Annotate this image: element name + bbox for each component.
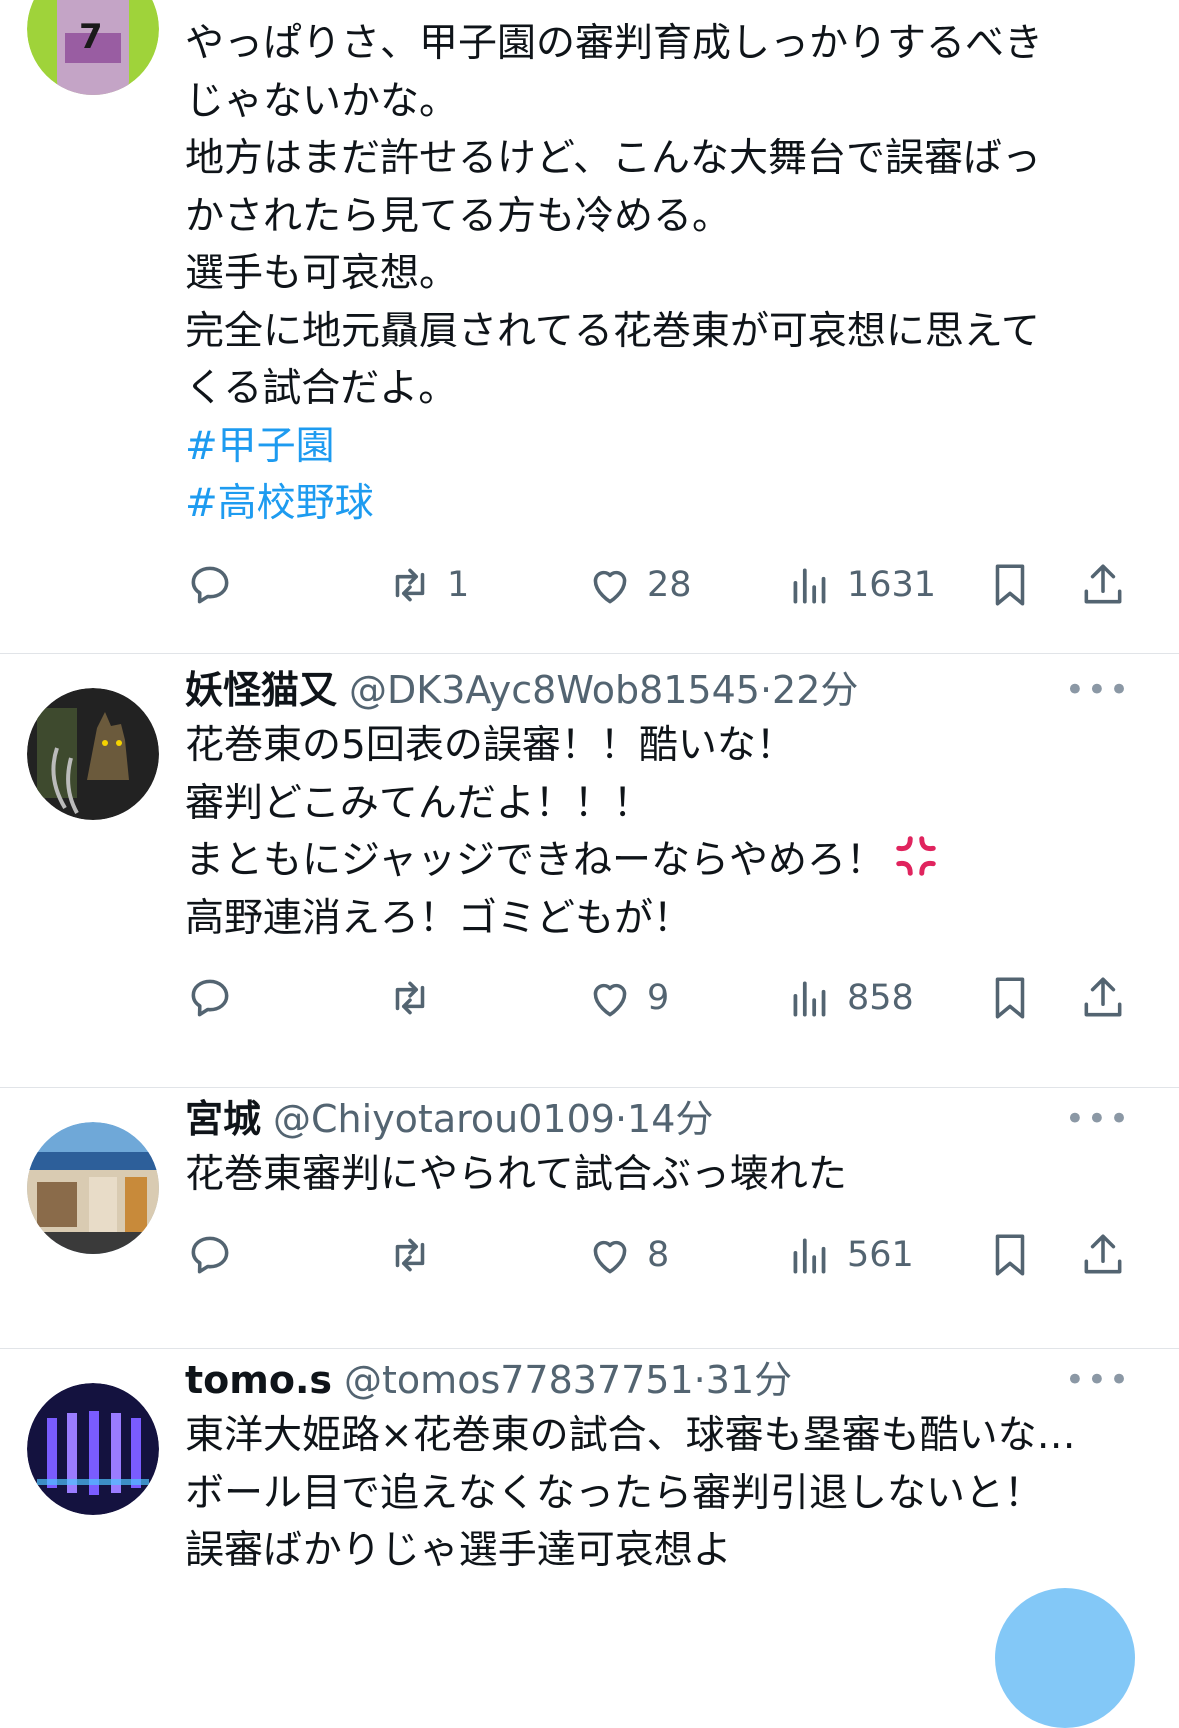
- like-count: 8: [647, 1235, 670, 1275]
- tweet[interactable]: 妖怪猫又 @DK3Ayc8Wob81545·22分 ••• 花巻東の5回表の誤審！…: [0, 653, 1179, 1088]
- tweet-text-line: 地方はまだ許せるけど、こんな大舞台で誤審ばっ: [185, 136, 1042, 181]
- share-button[interactable]: [1078, 968, 1128, 1028]
- views-button[interactable]: 858: [785, 968, 914, 1028]
- tweet-actions: 1 28 1631: [0, 555, 1179, 615]
- tweet-text-line: 花巻東審判にやられて試合ぶっ壊れた: [185, 1152, 847, 1197]
- avatar-image: [27, 688, 159, 820]
- tweet-header: tomo.s @tomos77837751·31分: [185, 1353, 1139, 1407]
- avatar-image: [27, 1383, 159, 1515]
- reply-icon: [191, 1236, 229, 1274]
- more-options-button[interactable]: •••: [1065, 1353, 1131, 1407]
- bar-chart-icon: [793, 568, 826, 604]
- tweet-text-line: やっぱりさ、甲子園の審判育成しっかりするべき: [185, 21, 1044, 66]
- retweet-button[interactable]: 1: [385, 555, 469, 615]
- tweet-text-line: 東洋大姫路×花巻東の試合、球審も塁審も酷いな…: [185, 1413, 1076, 1458]
- tweet-text-line: くる試合だよ。: [185, 366, 458, 411]
- reply-icon: [191, 566, 229, 604]
- timestamp[interactable]: 22分: [772, 668, 858, 712]
- tweet-text-line: かされたら見てる方も冷める。: [185, 193, 732, 239]
- tweet-text-line: 高野連消えろ！ゴミどもが！: [185, 895, 693, 941]
- views-button[interactable]: 561: [785, 1225, 914, 1285]
- reply-button[interactable]: [185, 968, 235, 1028]
- like-button[interactable]: 9: [585, 968, 669, 1028]
- reply-button[interactable]: [185, 1225, 235, 1285]
- hashtag-link[interactable]: #高校野球: [185, 475, 1139, 533]
- avatar[interactable]: 7: [27, 0, 159, 95]
- user-handle[interactable]: @Chiyotarou0109: [273, 1097, 615, 1141]
- avatar[interactable]: [27, 688, 159, 820]
- like-count: 9: [647, 978, 670, 1018]
- more-options-button[interactable]: •••: [1065, 1092, 1131, 1146]
- display-name[interactable]: 妖怪猫又: [185, 668, 337, 712]
- view-count: 1631: [847, 565, 937, 605]
- display-name[interactable]: tomo.s: [185, 1358, 332, 1402]
- like-count: 28: [647, 565, 692, 605]
- tweet-text-line: まともにジャッジできねーならやめろ！: [185, 832, 1139, 890]
- separator-dot: ·: [759, 668, 773, 712]
- share-button[interactable]: [1078, 555, 1128, 615]
- share-icon: [1084, 1234, 1122, 1274]
- retweet-button[interactable]: [385, 968, 435, 1028]
- share-button[interactable]: [1078, 1225, 1128, 1285]
- bookmark-button[interactable]: [985, 968, 1035, 1028]
- reply-icon: [191, 979, 229, 1017]
- tweet-header: 宮城 @Chiyotarou0109·14分: [185, 1092, 1139, 1146]
- hashtag-link[interactable]: #甲子園: [185, 418, 1139, 476]
- like-button[interactable]: 28: [585, 555, 692, 615]
- separator-dot: ·: [693, 1358, 706, 1402]
- avatar[interactable]: [27, 1383, 159, 1515]
- anger-symbol-icon: [896, 836, 936, 876]
- tweet-header: 妖怪猫又 @DK3Ayc8Wob81545·22分: [185, 663, 1139, 717]
- tweet[interactable]: tomo.s @tomos77837751·31分 ••• 東洋大姫路×花巻東の試…: [0, 1348, 1179, 1602]
- svg-text:7: 7: [79, 17, 103, 57]
- like-button[interactable]: 8: [585, 1225, 669, 1285]
- bookmark-icon: [995, 977, 1025, 1019]
- more-options-button[interactable]: •••: [1065, 663, 1131, 717]
- retweet-button[interactable]: [385, 1225, 435, 1285]
- tweet[interactable]: 宮城 @Chiyotarou0109·14分 ••• 花巻東審判にやられて試合ぶっ…: [0, 1087, 1179, 1349]
- tweet-text-line: じゃないかな。: [185, 78, 459, 124]
- bookmark-button[interactable]: [985, 1225, 1035, 1285]
- heart-icon: [593, 983, 627, 1017]
- tweet-text-line: 花巻東の5回表の誤審！！酷いな！: [185, 723, 795, 768]
- retweet-icon: [395, 981, 425, 1015]
- retweet-icon: [395, 1238, 425, 1272]
- bookmark-button[interactable]: [985, 555, 1035, 615]
- avatar-image: 7: [27, 0, 159, 95]
- retweet-icon: [395, 568, 425, 602]
- bar-chart-icon: [793, 1238, 826, 1274]
- timestamp[interactable]: 31分: [706, 1358, 792, 1402]
- reply-button[interactable]: [185, 555, 235, 615]
- share-icon: [1084, 564, 1122, 604]
- tweet-text-line: 誤審ばかりじゃ選手達可哀想よ: [185, 1528, 732, 1573]
- view-count: 858: [847, 978, 914, 1018]
- tweet-actions: 9 858: [0, 968, 1179, 1028]
- tweet-text-span: まともにジャッジできねーならやめろ！: [185, 838, 886, 883]
- retweet-count: 1: [447, 565, 470, 605]
- tweet[interactable]: 7 やっぱりさ、甲子園の審判育成しっかりするべき じゃないかな。 地方はまだ許せ…: [0, 0, 1179, 654]
- separator-dot: ·: [614, 1097, 628, 1141]
- bookmark-icon: [995, 1234, 1025, 1276]
- tweet-text-line: 完全に地元贔屓されてる花巻東が可哀想に思えて: [185, 308, 1040, 354]
- bar-chart-icon: [793, 981, 826, 1017]
- views-button[interactable]: 1631: [785, 555, 936, 615]
- timestamp[interactable]: 14分: [627, 1097, 713, 1141]
- share-icon: [1084, 977, 1122, 1017]
- display-name[interactable]: 宮城: [185, 1097, 261, 1141]
- tweet-text-line: 審判どこみてんだよ！！！: [185, 780, 652, 826]
- heart-icon: [593, 1240, 627, 1274]
- tweet-text-line: ボール目で追えなくなったら審判引退しないと！: [185, 1470, 1044, 1516]
- user-handle[interactable]: @DK3Ayc8Wob81545: [349, 668, 760, 712]
- compose-button[interactable]: [995, 1588, 1135, 1728]
- tweet-actions: 8 561: [0, 1225, 1179, 1285]
- heart-icon: [593, 570, 627, 604]
- bookmark-icon: [995, 564, 1025, 606]
- user-handle[interactable]: @tomos77837751: [344, 1358, 694, 1402]
- tweet-text-line: 選手も可哀想。: [185, 251, 459, 296]
- view-count: 561: [847, 1235, 914, 1275]
